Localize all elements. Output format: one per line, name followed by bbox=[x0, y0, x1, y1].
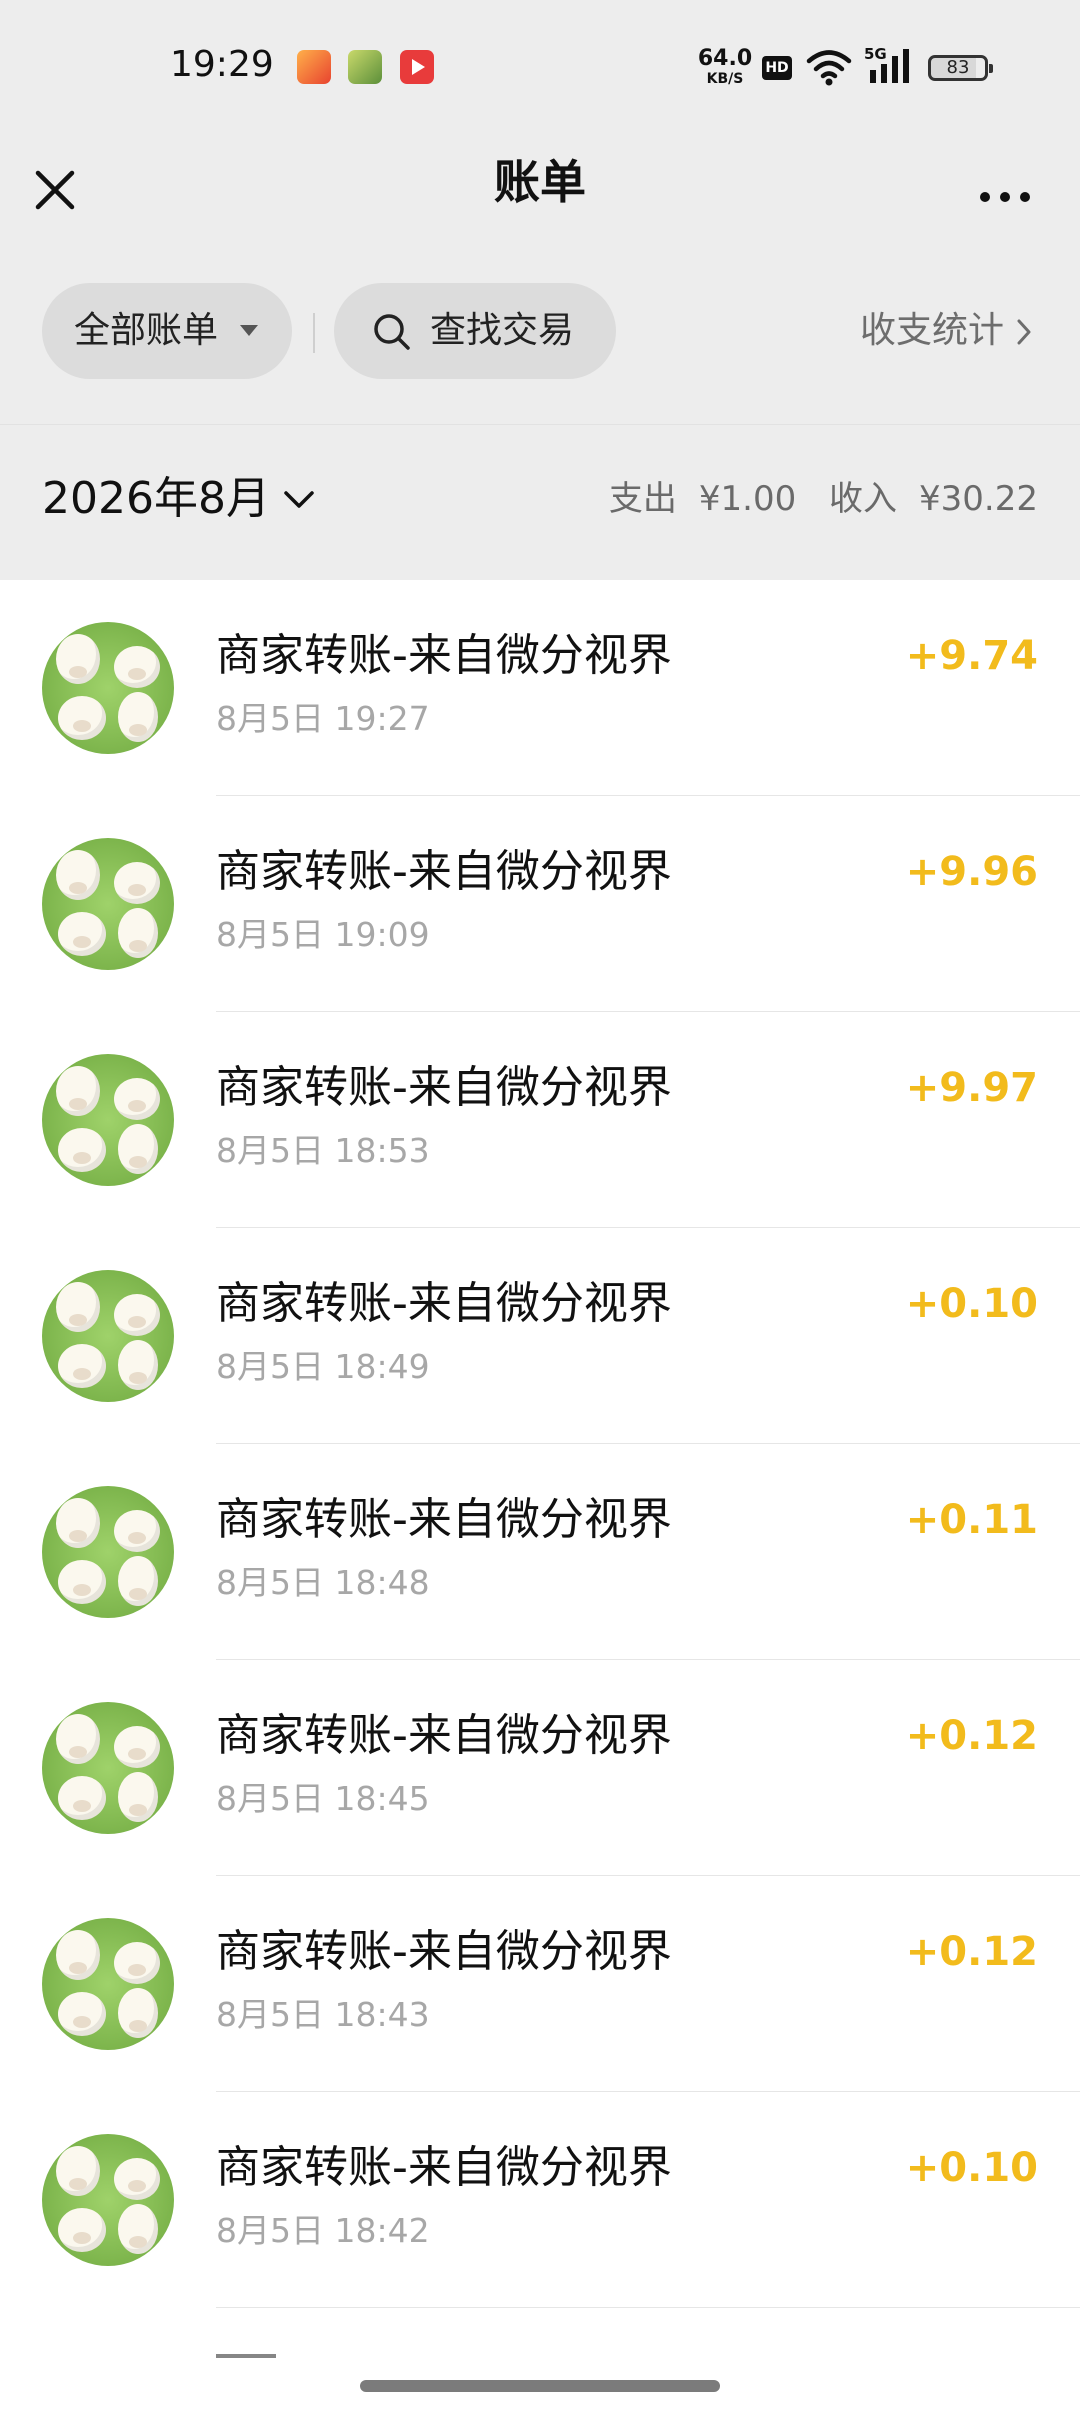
bill-time: 8月5日 18:49 bbox=[216, 1347, 430, 1386]
partial-row-text bbox=[216, 2354, 276, 2388]
bill-title: 商家转账-来自微分视界 bbox=[216, 2142, 672, 2193]
status-bar: 19:29 64.0 KB/S HD 5G 83 bbox=[0, 0, 1080, 135]
battery-icon: 83 bbox=[928, 55, 993, 81]
cellular-signal-icon: 5G bbox=[864, 46, 909, 83]
bill-amount: +9.74 bbox=[905, 633, 1038, 679]
bill-list: 商家转账-来自微分视界 8月5日 19:27 +9.74 商家转账-来自微分视界… bbox=[0, 580, 1080, 2388]
bill-time: 8月5日 18:45 bbox=[216, 1779, 430, 1818]
bill-row[interactable]: 商家转账-来自微分视界 8月5日 18:43 +0.12 bbox=[0, 1876, 1080, 2092]
merchant-avatar bbox=[42, 1270, 174, 1402]
bill-time: 8月5日 19:09 bbox=[216, 915, 430, 954]
bill-row[interactable]: 商家转账-来自微分视界 8月5日 19:09 +9.96 bbox=[0, 796, 1080, 1012]
filter-row: 全部账单 查找交易 收支统计 bbox=[0, 255, 1080, 425]
expense-value: ¥1.00 bbox=[698, 479, 797, 519]
bill-row[interactable]: 商家转账-来自微分视界 8月5日 18:53 +9.97 bbox=[0, 1012, 1080, 1228]
bill-title: 商家转账-来自微分视界 bbox=[216, 1926, 672, 1977]
all-bills-filter-label: 全部账单 bbox=[74, 310, 219, 351]
wifi-icon bbox=[806, 50, 852, 86]
bill-row-partial[interactable] bbox=[0, 2308, 1080, 2388]
bill-row[interactable]: 商家转账-来自微分视界 8月5日 18:42 +0.10 bbox=[0, 2092, 1080, 2308]
bill-time: 8月5日 18:48 bbox=[216, 1563, 430, 1602]
chevron-right-icon bbox=[1017, 319, 1031, 345]
more-dots-icon[interactable] bbox=[960, 157, 1050, 223]
income-label: 收入 bbox=[829, 479, 898, 519]
bill-row[interactable]: 商家转账-来自微分视界 8月5日 19:27 +9.74 bbox=[0, 580, 1080, 796]
network-speed-unit: KB/S bbox=[706, 71, 744, 87]
bill-time: 8月5日 18:53 bbox=[216, 1131, 430, 1170]
income-value: ¥30.22 bbox=[919, 479, 1038, 519]
home-indicator[interactable] bbox=[360, 2380, 720, 2392]
network-type-label: 5G bbox=[864, 46, 887, 63]
bill-amount: +9.97 bbox=[905, 1065, 1038, 1111]
network-speed: 64.0 KB/S bbox=[695, 46, 755, 87]
bill-row[interactable]: 商家转账-来自微分视界 8月5日 18:45 +0.12 bbox=[0, 1660, 1080, 1876]
merchant-avatar bbox=[42, 1486, 174, 1618]
stats-link-label: 收支统计 bbox=[859, 310, 1004, 351]
hd-badge: HD bbox=[762, 56, 792, 80]
bill-title: 商家转账-来自微分视界 bbox=[216, 630, 672, 681]
page-title: 账单 bbox=[494, 155, 586, 209]
bill-title: 商家转账-来自微分视界 bbox=[216, 1494, 672, 1545]
month-label: 2026年8月 bbox=[42, 473, 270, 524]
merchant-avatar bbox=[42, 838, 174, 970]
bill-amount: +0.10 bbox=[905, 1281, 1038, 1327]
notification-app-icon-orange bbox=[297, 50, 331, 84]
bill-amount: +0.12 bbox=[905, 1929, 1038, 1975]
search-transaction-label: 查找交易 bbox=[430, 310, 575, 351]
bill-screen: 19:29 64.0 KB/S HD 5G 83 账单 全部账单 查找交易 收支… bbox=[0, 0, 1080, 2412]
network-speed-value: 64.0 bbox=[697, 46, 753, 71]
bill-time: 8月5日 19:27 bbox=[216, 699, 430, 738]
expense-total: 支出 ¥1.00 bbox=[609, 479, 796, 519]
bill-row[interactable]: 商家转账-来自微分视界 8月5日 18:48 +0.11 bbox=[0, 1444, 1080, 1660]
bill-time: 8月5日 18:43 bbox=[216, 1995, 430, 2034]
bill-time: 8月5日 18:42 bbox=[216, 2211, 430, 2250]
bill-amount: +0.10 bbox=[905, 2145, 1038, 2191]
bill-amount: +0.11 bbox=[905, 1497, 1038, 1543]
bill-row[interactable]: 商家转账-来自微分视界 8月5日 18:49 +0.10 bbox=[0, 1228, 1080, 1444]
notification-app-icon-green bbox=[348, 50, 382, 84]
bill-amount: +0.12 bbox=[905, 1713, 1038, 1759]
filter-divider bbox=[313, 313, 315, 353]
month-picker[interactable]: 2026年8月 bbox=[42, 469, 316, 529]
video-app-icon-red bbox=[400, 50, 434, 84]
merchant-avatar bbox=[42, 1702, 174, 1834]
bill-title: 商家转账-来自微分视界 bbox=[216, 846, 672, 897]
chevron-down-icon bbox=[284, 491, 314, 508]
search-icon bbox=[374, 314, 410, 350]
income-total: 收入 ¥30.22 bbox=[829, 479, 1038, 519]
merchant-avatar bbox=[42, 622, 174, 754]
merchant-avatar bbox=[42, 2134, 174, 2266]
bill-title: 商家转账-来自微分视界 bbox=[216, 1278, 672, 1329]
month-header: 2026年8月 支出 ¥1.00 收入 ¥30.22 bbox=[0, 425, 1080, 580]
bill-title: 商家转账-来自微分视界 bbox=[216, 1062, 672, 1113]
bill-amount: +9.96 bbox=[905, 849, 1038, 895]
expense-label: 支出 bbox=[608, 479, 677, 519]
month-totals: 支出 ¥1.00 收入 ¥30.22 bbox=[609, 469, 1038, 529]
bill-title: 商家转账-来自微分视界 bbox=[216, 1710, 672, 1761]
merchant-avatar bbox=[42, 1054, 174, 1186]
income-expense-stats-link[interactable]: 收支统计 bbox=[860, 283, 1034, 379]
nav-bar: 账单 bbox=[0, 135, 1080, 255]
all-bills-filter-button[interactable]: 全部账单 bbox=[42, 283, 292, 379]
search-transaction-button[interactable]: 查找交易 bbox=[334, 283, 616, 379]
merchant-avatar bbox=[42, 1918, 174, 2050]
status-time: 19:29 bbox=[170, 44, 274, 85]
caret-down-icon bbox=[240, 325, 258, 336]
